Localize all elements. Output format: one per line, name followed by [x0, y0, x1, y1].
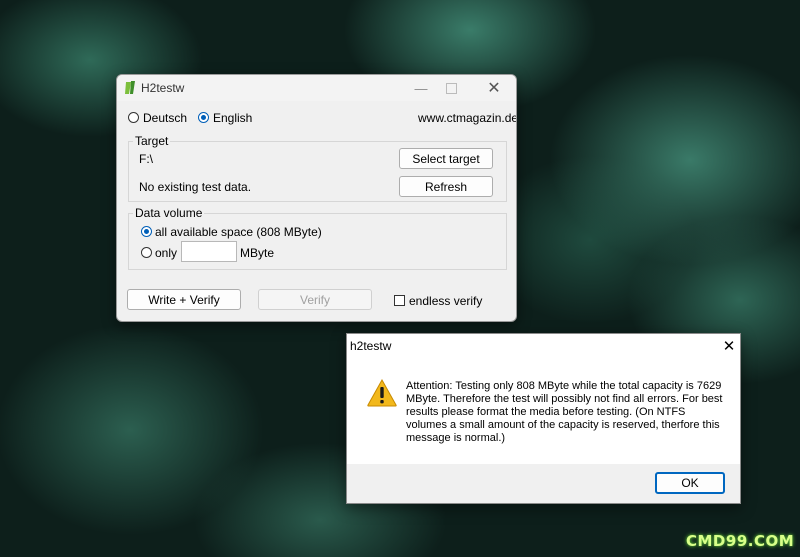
radio-english[interactable]: [198, 112, 209, 123]
endless-verify-checkbox[interactable]: [394, 295, 405, 306]
write-verify-button[interactable]: Write + Verify: [127, 289, 241, 310]
target-group: Target F:\ No existing test data. Select…: [128, 134, 507, 202]
minimize-button[interactable]: —: [409, 78, 433, 98]
dialog-titlebar[interactable]: h2testw ✕: [347, 334, 740, 358]
target-path: F:\: [139, 152, 153, 166]
dialog-message: Attention: Testing only 808 MByte while …: [406, 380, 723, 444]
data-volume-group: Data volume all available space (808 MBy…: [128, 206, 507, 270]
refresh-button[interactable]: Refresh: [399, 176, 493, 197]
label-deutsch[interactable]: Deutsch: [143, 111, 187, 125]
maximize-icon: [445, 82, 457, 94]
radio-only[interactable]: [141, 247, 152, 258]
website-label: www.ctmagazin.de: [418, 111, 517, 125]
target-group-title: Target: [133, 134, 171, 148]
radio-deutsch[interactable]: [128, 112, 139, 123]
warning-icon: [367, 379, 397, 407]
select-target-button[interactable]: Select target: [399, 148, 493, 169]
endless-verify-label[interactable]: endless verify: [409, 294, 482, 308]
radio-all-space[interactable]: [141, 226, 152, 237]
mbyte-input[interactable]: [181, 241, 237, 262]
main-window-title: H2testw: [141, 81, 185, 95]
label-only[interactable]: only: [155, 246, 177, 260]
verify-button[interactable]: Verify: [258, 289, 372, 310]
maximize-button[interactable]: [439, 78, 463, 98]
h2testw-main-window: H2testw — ✕ Deutsch English www.ctmagazi…: [116, 74, 517, 322]
data-volume-group-title: Data volume: [133, 206, 205, 220]
dialog-footer: OK: [347, 464, 740, 503]
watermark-text: CMD99.COM: [686, 532, 795, 550]
mbyte-unit-label: MByte: [240, 246, 275, 260]
label-all-space[interactable]: all available space (808 MByte): [155, 225, 322, 239]
main-titlebar[interactable]: H2testw — ✕: [117, 75, 516, 101]
dialog-close-button[interactable]: ✕: [717, 336, 740, 356]
close-button[interactable]: ✕: [482, 78, 506, 98]
ok-button[interactable]: OK: [655, 472, 725, 494]
target-status: No existing test data.: [139, 180, 252, 194]
label-english[interactable]: English: [213, 111, 252, 125]
app-icon: [125, 81, 135, 94]
dialog-title: h2testw: [350, 339, 392, 353]
warning-dialog: h2testw ✕ Attention: Testing only 808 MB…: [346, 333, 741, 504]
